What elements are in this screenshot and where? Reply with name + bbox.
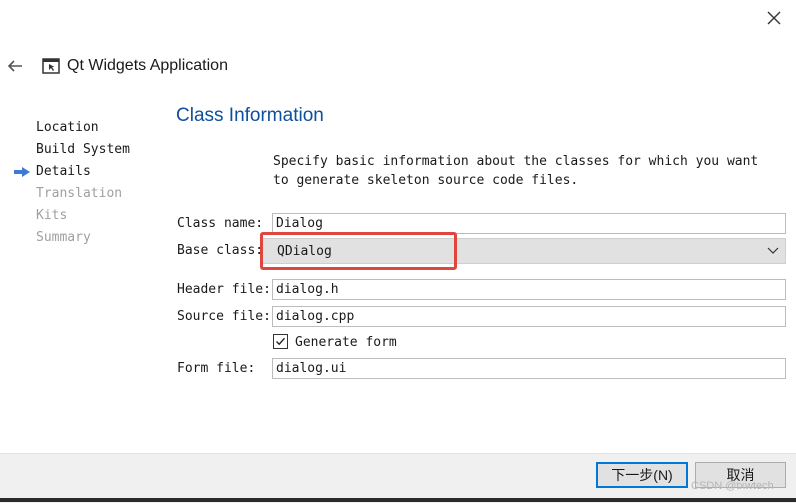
checkmark-icon: [276, 337, 286, 346]
step-build-system: Build System: [36, 142, 130, 157]
step-translation: Translation: [36, 186, 123, 201]
qt-app-window-icon: [42, 58, 60, 74]
step-location: Location: [36, 120, 99, 135]
step-kits: Kits: [36, 208, 68, 223]
class-name-label: Class name:: [177, 216, 264, 231]
class-name-input[interactable]: Dialog: [272, 213, 786, 234]
next-button[interactable]: 下一步(N): [596, 462, 688, 488]
source-file-label: Source file:: [177, 309, 271, 324]
header-file-label: Header file:: [177, 282, 271, 297]
step-summary: Summary: [36, 230, 91, 245]
chevron-down-icon: [767, 247, 779, 254]
wizard-title: Qt Widgets Application: [67, 57, 228, 74]
form-file-input[interactable]: dialog.ui: [272, 358, 786, 379]
current-step-arrow-icon: [14, 167, 30, 177]
form-file-label: Form file:: [177, 361, 256, 376]
back-arrow-icon[interactable]: [6, 56, 24, 76]
page-description: Specify basic information about the clas…: [273, 154, 759, 188]
generate-form-checkbox[interactable]: [273, 334, 288, 349]
watermark: CSDN @txwtech: [691, 480, 774, 492]
page-title: Class Information: [176, 105, 324, 126]
step-details: Details: [36, 164, 91, 179]
taskbar-edge: [0, 498, 796, 502]
base-class-label: Base class:: [177, 243, 264, 258]
close-icon[interactable]: [762, 6, 786, 30]
header-file-input[interactable]: dialog.h: [272, 279, 786, 300]
source-file-input[interactable]: dialog.cpp: [272, 306, 786, 327]
generate-form-label[interactable]: Generate form: [295, 335, 397, 350]
red-highlight-annotation: [260, 232, 457, 270]
